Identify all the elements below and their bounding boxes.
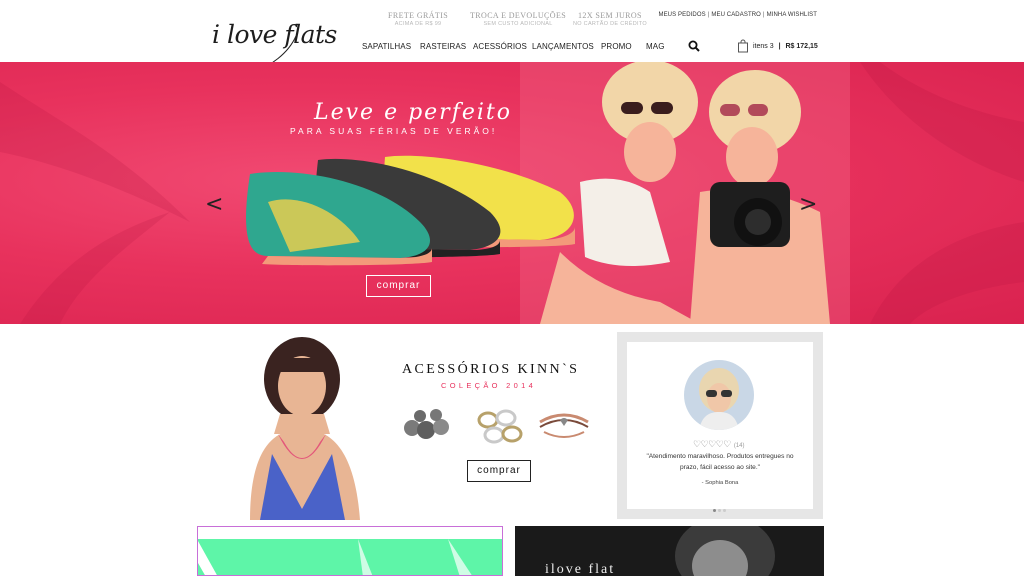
pagination-dot-1[interactable]: [713, 509, 716, 512]
link-my-account[interactable]: MEU CADASTRO: [711, 12, 761, 18]
account-links: MEUS PEDIDOS | MEU CADASTRO | MINHA WISHLIST: [658, 12, 817, 18]
nav-item-rasteiras[interactable]: RASTEIRAS: [420, 42, 466, 51]
pagination-dot-2[interactable]: [718, 509, 721, 512]
perk-title: FRETE GRÁTIS: [388, 11, 449, 20]
banner-left[interactable]: [197, 526, 503, 576]
product-bracelet-beads[interactable]: [398, 402, 458, 452]
perk-returns: TROCA E DEVOLUÇÕES SEM CUSTO ADICIONAL: [470, 11, 566, 27]
perk-title: TROCA E DEVOLUÇÕES: [470, 11, 567, 20]
nav-item-lancamentos[interactable]: LANÇAMENTOS: [532, 42, 594, 51]
cart-total: R$ 172,15: [785, 43, 818, 50]
promo-section: ACESSÓRIOS KINN`S COLEÇÃO 2014 comprar ♡…: [0, 324, 1024, 524]
product-bracelet-chain[interactable]: [470, 402, 530, 452]
hero-image: [0, 62, 1024, 324]
cart-summary: itens 3 | R$ 172,15: [753, 43, 818, 50]
carousel-prev-arrow-icon[interactable]: <: [205, 192, 223, 217]
link-my-orders[interactable]: MEUS PEDIDOS: [658, 12, 705, 18]
nav-item-mag[interactable]: MAG: [646, 42, 665, 51]
accessories-buy-button[interactable]: comprar: [467, 460, 531, 482]
banner-right-title: ilove flat: [545, 562, 616, 576]
hero-buy-button[interactable]: comprar: [366, 275, 431, 297]
model-photo: [250, 337, 360, 520]
perk-title: 12X SEM JUROS: [578, 11, 642, 20]
perk-subtitle: SEM CUSTO ADICIONAL: [483, 21, 553, 27]
hero-banner: Leve e perfeito PARA SUAS FÉRIAS DE VERÃ…: [0, 62, 1024, 324]
testimonial-pagination: [713, 499, 728, 517]
product-bracelet-leather[interactable]: [534, 402, 594, 452]
page: i love flats FRETE GRÁTIS ACIMA DE R$ 99…: [0, 0, 1024, 576]
perk-subtitle: NO CARTÃO DE CRÉDITO: [573, 21, 647, 27]
hero-title: Leve e perfeito: [314, 100, 512, 125]
perk-free-shipping: FRETE GRÁTIS ACIMA DE R$ 99: [388, 11, 448, 27]
cart-items-count: itens 3: [753, 43, 774, 50]
accessories-subtitle: COLEÇÃO 2014: [441, 381, 537, 390]
pagination-dot-3[interactable]: [723, 509, 726, 512]
shopping-bag-icon: [738, 39, 748, 53]
nav-item-sapatilhas[interactable]: SAPATILHAS: [362, 42, 411, 51]
testimonial-quote: "Atendimento maravilhoso. Produtos entre…: [646, 453, 794, 471]
nav-item-promo[interactable]: PROMO: [601, 42, 632, 51]
banner-left-graphic: [198, 539, 502, 575]
site-header: i love flats FRETE GRÁTIS ACIMA DE R$ 99…: [0, 0, 1024, 74]
rating-count: (14): [733, 443, 745, 449]
perk-subtitle: ACIMA DE R$ 99: [394, 21, 442, 27]
nav-item-acessorios[interactable]: ACESSÓRIOS: [473, 42, 527, 51]
link-my-wishlist[interactable]: MINHA WISHLIST: [767, 12, 817, 18]
rating-hearts-icon: ♡♡♡♡♡: [693, 439, 731, 449]
cart-separator: |: [778, 43, 781, 50]
carousel-next-arrow-icon[interactable]: >: [799, 192, 817, 217]
perk-installments: 12X SEM JUROS NO CARTÃO DE CRÉDITO: [573, 11, 647, 27]
accessories-title: ACESSÓRIOS KINN`S: [402, 362, 580, 377]
banner-right[interactable]: ilove flat: [515, 526, 824, 576]
avatar: [684, 360, 754, 430]
hero-subtitle: PARA SUAS FÉRIAS DE VERÃO!: [290, 126, 498, 136]
search-icon[interactable]: [688, 40, 700, 52]
testimonial-author: - Sophia Bona: [701, 480, 739, 486]
rating: ♡♡♡♡♡ (14): [693, 439, 745, 450]
